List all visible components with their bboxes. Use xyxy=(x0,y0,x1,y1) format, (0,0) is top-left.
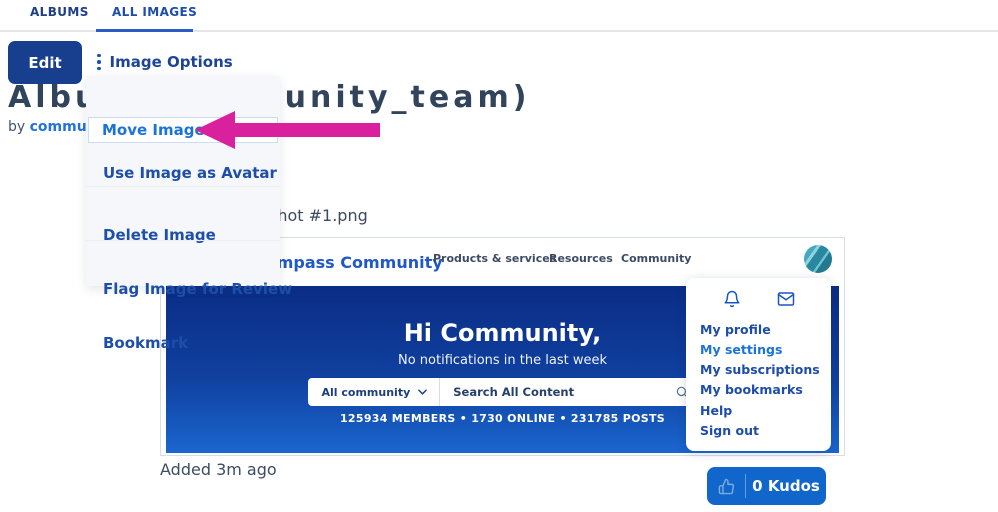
image-options-label: Image Options xyxy=(110,53,233,71)
menu-item-move-image[interactable]: Move Image xyxy=(88,117,278,143)
profile-menu-my-settings: My settings xyxy=(700,342,782,357)
menu-item-use-image-as-avatar[interactable]: Use Image as Avatar xyxy=(103,164,277,182)
tab-all-images[interactable]: ALL IMAGES xyxy=(112,5,197,19)
menu-item-bookmark[interactable]: Bookmark xyxy=(103,334,188,352)
preview-nav-resources: Resources xyxy=(549,252,613,265)
preview-nav-community: Community xyxy=(621,252,691,265)
profile-menu-my-profile: My profile xyxy=(700,322,771,337)
kebab-menu-icon xyxy=(97,54,101,71)
menu-item-move-image-label: Move Image xyxy=(102,121,205,139)
envelope-icon xyxy=(777,290,795,308)
menu-item-delete-image[interactable]: Delete Image xyxy=(103,226,216,244)
kudos-button[interactable]: 0 Kudos xyxy=(707,467,826,505)
preview-logo: Compass Community xyxy=(254,253,443,272)
profile-menu-my-subscriptions: My subscriptions xyxy=(700,362,820,377)
added-timestamp: Added 3m ago xyxy=(160,460,277,479)
tab-albums[interactable]: ALBUMS xyxy=(30,5,89,19)
search-scope-dropdown: All community xyxy=(308,386,440,399)
menu-separator xyxy=(86,186,280,187)
chevron-down-icon xyxy=(418,389,427,395)
search-input: Search All Content xyxy=(440,385,674,399)
kudos-count-label: 0 Kudos xyxy=(746,477,826,495)
profile-menu-my-bookmarks: My bookmarks xyxy=(700,382,803,397)
profile-menu-sign-out: Sign out xyxy=(700,423,759,438)
image-options-menu: Use Image as Avatar Move Image Delete Im… xyxy=(86,76,280,286)
avatar xyxy=(804,245,832,273)
edit-button[interactable]: Edit xyxy=(8,41,82,84)
image-options-button[interactable]: Image Options xyxy=(97,53,233,71)
menu-item-flag-image-for-review[interactable]: Flag Image for Review xyxy=(103,280,292,298)
search-bar: All community Search All Content xyxy=(308,378,698,406)
bell-icon xyxy=(723,290,741,308)
byline-prefix: by xyxy=(8,119,30,135)
profile-menu-help: Help xyxy=(700,403,732,418)
profile-dropdown: My profile My settings My subscriptions … xyxy=(686,278,831,451)
active-tab-underline xyxy=(96,29,193,32)
search-scope-label: All community xyxy=(322,386,411,399)
thumbs-up-icon xyxy=(707,478,745,495)
preview-nav-products: Products & services xyxy=(433,252,556,265)
menu-separator xyxy=(86,240,280,241)
album-page: ALBUMS ALL IMAGES Edit Image Options Alb… xyxy=(0,0,998,512)
